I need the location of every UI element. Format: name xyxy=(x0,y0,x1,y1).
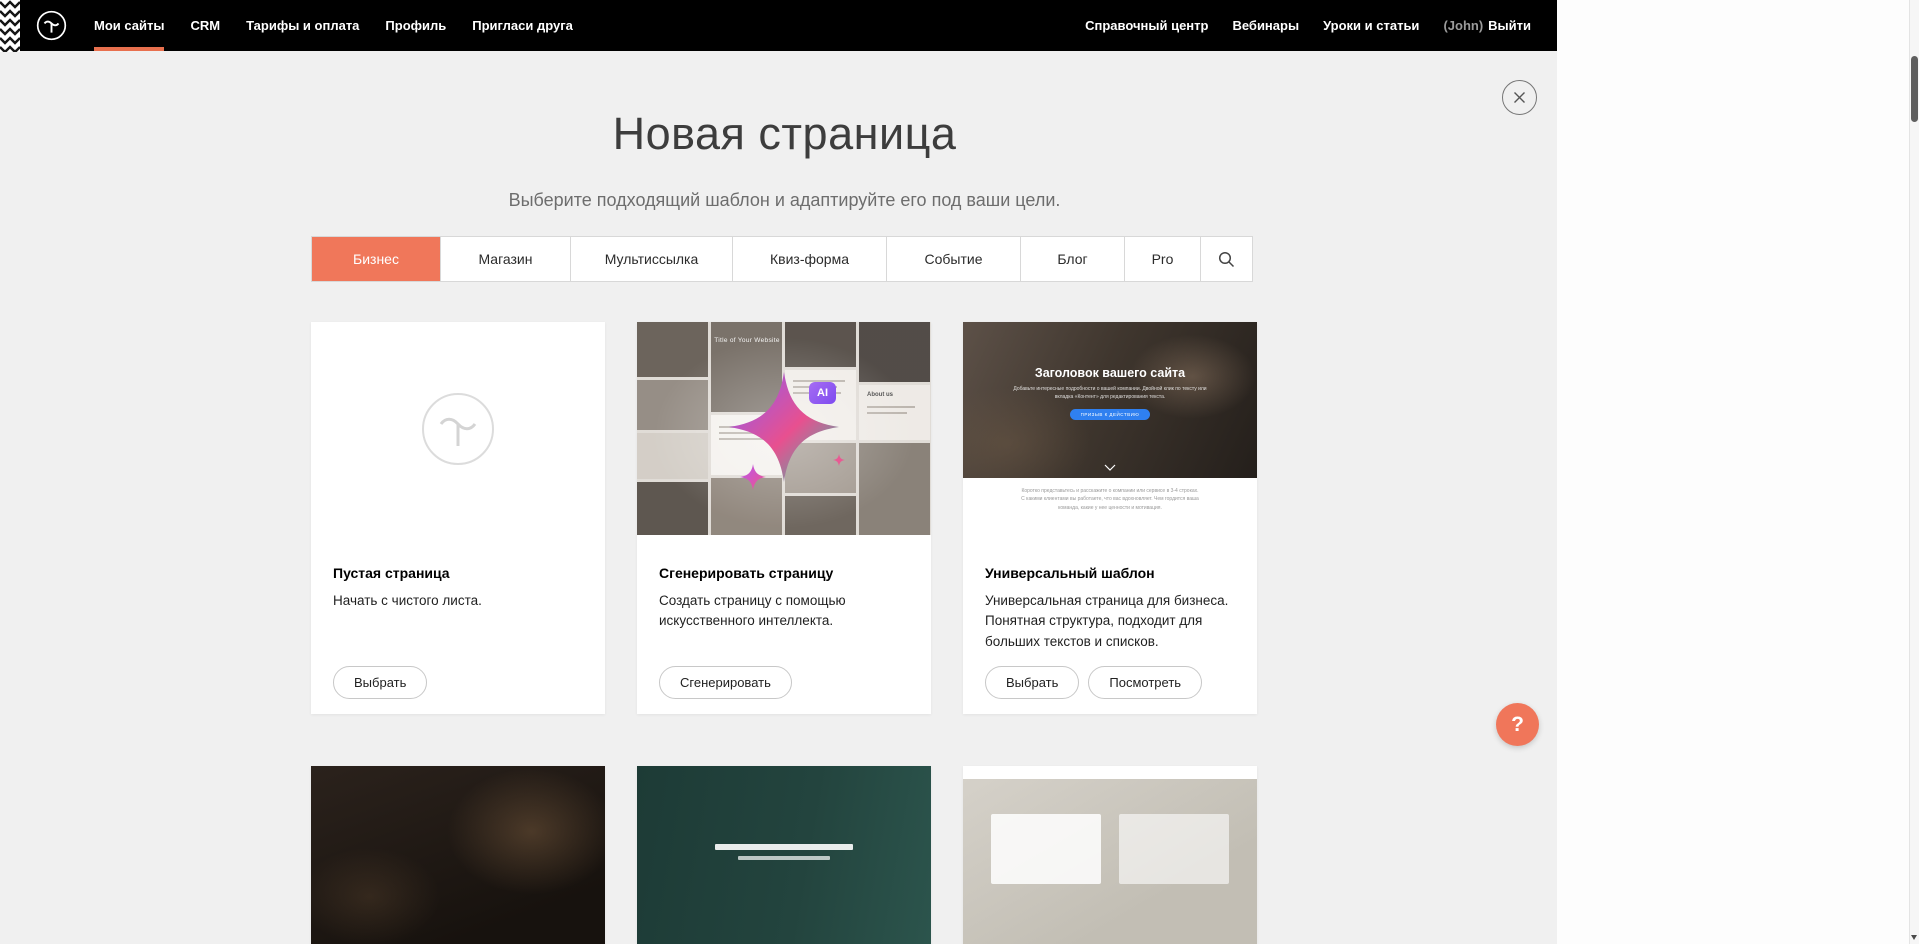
nav-crm[interactable]: CRM xyxy=(190,0,220,51)
scrollbar-down-arrow[interactable] xyxy=(1911,935,1917,940)
universal-preview: Заголовок вашего сайта Добавьте интересн… xyxy=(963,322,1257,540)
page-subtitle: Выберите подходящий шаблон и адаптируйте… xyxy=(311,190,1258,211)
template-preview-image xyxy=(311,766,605,944)
tab-pro[interactable]: Pro xyxy=(1125,237,1201,281)
preview-hero: Заголовок вашего сайта Добавьте интересн… xyxy=(963,322,1257,478)
template-cards-row-1: Пустая страница Начать с чистого листа. … xyxy=(311,322,1258,714)
card-description: Создать страницу с помощью искусственног… xyxy=(659,591,909,632)
generate-button[interactable]: Сгенерировать xyxy=(659,666,792,699)
nav-invite-friend[interactable]: Пригласи друга xyxy=(472,0,573,51)
secondary-nav: Справочный центр Вебинары Уроки и статьи… xyxy=(1085,0,1531,51)
zigzag-pattern xyxy=(0,0,20,52)
nav-pricing[interactable]: Тарифы и оплата xyxy=(246,0,359,51)
card-description: Универсальная страница для бизнеса. Поня… xyxy=(985,591,1235,652)
card-title: Сгенерировать страницу xyxy=(659,565,909,581)
category-tabs: Бизнес Магазин Мультиссылка Квиз-форма С… xyxy=(311,236,1253,282)
template-card-partial[interactable] xyxy=(637,766,931,944)
ai-sparkle-tiny-icon xyxy=(833,454,845,466)
card-title: Пустая страница xyxy=(333,565,583,581)
preview-block xyxy=(1119,814,1229,884)
preview-text-line xyxy=(715,844,853,850)
tab-shop[interactable]: Магазин xyxy=(441,237,571,281)
preview-hero-title: Заголовок вашего сайта xyxy=(963,322,1257,380)
user-name: (John) xyxy=(1443,18,1483,33)
nav-webinars[interactable]: Вебинары xyxy=(1232,0,1299,51)
tilda-watermark-icon xyxy=(419,390,497,468)
preview-body: Коротко представьтесь и расскажите о ком… xyxy=(963,478,1257,540)
new-page-dialog: Новая страница Выберите подходящий шабло… xyxy=(311,51,1258,944)
tilda-logo-icon[interactable] xyxy=(36,10,67,41)
logout-label: Выйти xyxy=(1488,18,1531,33)
nav-lessons[interactable]: Уроки и статьи xyxy=(1323,0,1419,51)
close-button[interactable] xyxy=(1502,80,1537,115)
tab-search[interactable] xyxy=(1201,237,1252,281)
main-nav: Мои сайты CRM Тарифы и оплата Профиль Пр… xyxy=(94,0,573,51)
search-icon xyxy=(1218,251,1235,268)
nav-profile[interactable]: Профиль xyxy=(385,0,446,51)
tab-multilink[interactable]: Мультиссылка xyxy=(571,237,733,281)
page-title: Новая страница xyxy=(311,108,1258,160)
chevron-down-icon xyxy=(1104,464,1116,471)
card-description: Начать с чистого листа. xyxy=(333,591,583,611)
template-preview-image xyxy=(637,766,931,944)
nav-my-sites[interactable]: Мои сайты xyxy=(94,0,164,51)
ai-preview: Title of Your Website About us xyxy=(637,322,931,535)
screen: { "navbar": { "left_items": [ { "label":… xyxy=(0,0,1919,944)
scrollbar[interactable] xyxy=(1909,0,1919,944)
preview-hero-button: Призыв к действию xyxy=(1070,409,1151,420)
preview-block xyxy=(991,814,1101,884)
ai-badge: AI xyxy=(809,382,836,404)
nav-help-center[interactable]: Справочный центр xyxy=(1085,0,1208,51)
preview-hero-text: Добавьте интересные подробности о вашей … xyxy=(1006,385,1214,401)
tab-business[interactable]: Бизнес xyxy=(312,237,441,281)
tab-quiz-form[interactable]: Квиз-форма xyxy=(733,237,887,281)
template-card-universal[interactable]: Заголовок вашего сайта Добавьте интересн… xyxy=(963,322,1257,714)
template-card-blank[interactable]: Пустая страница Начать с чистого листа. … xyxy=(311,322,605,714)
tab-blog[interactable]: Блог xyxy=(1021,237,1125,281)
ai-sparkle-small-icon xyxy=(740,464,766,490)
template-card-partial[interactable] xyxy=(311,766,605,944)
template-card-ai-generate[interactable]: Title of Your Website About us xyxy=(637,322,931,714)
tab-event[interactable]: Событие xyxy=(887,237,1021,281)
help-button[interactable]: ? xyxy=(1496,703,1539,746)
view-button[interactable]: Посмотреть xyxy=(1088,666,1202,699)
scrollbar-thumb[interactable] xyxy=(1911,56,1918,122)
right-desktop-area xyxy=(1557,0,1909,944)
nav-logout[interactable]: (John) Выйти xyxy=(1443,0,1531,51)
top-navbar: Мои сайты CRM Тарифы и оплата Профиль Пр… xyxy=(20,0,1557,51)
choose-button[interactable]: Выбрать xyxy=(333,666,427,699)
close-icon xyxy=(1513,91,1526,104)
template-card-partial[interactable] xyxy=(963,766,1257,944)
template-preview-image xyxy=(963,766,1257,944)
browser-viewport: Мои сайты CRM Тарифы и оплата Профиль Пр… xyxy=(0,0,1557,944)
preview-text-line xyxy=(738,856,830,860)
card-title: Универсальный шаблон xyxy=(985,565,1235,581)
template-cards-row-2 xyxy=(311,766,1258,944)
blank-preview xyxy=(311,322,605,535)
preview-body-text: Коротко представьтесь и расскажите о ком… xyxy=(1019,478,1201,512)
choose-button[interactable]: Выбрать xyxy=(985,666,1079,699)
